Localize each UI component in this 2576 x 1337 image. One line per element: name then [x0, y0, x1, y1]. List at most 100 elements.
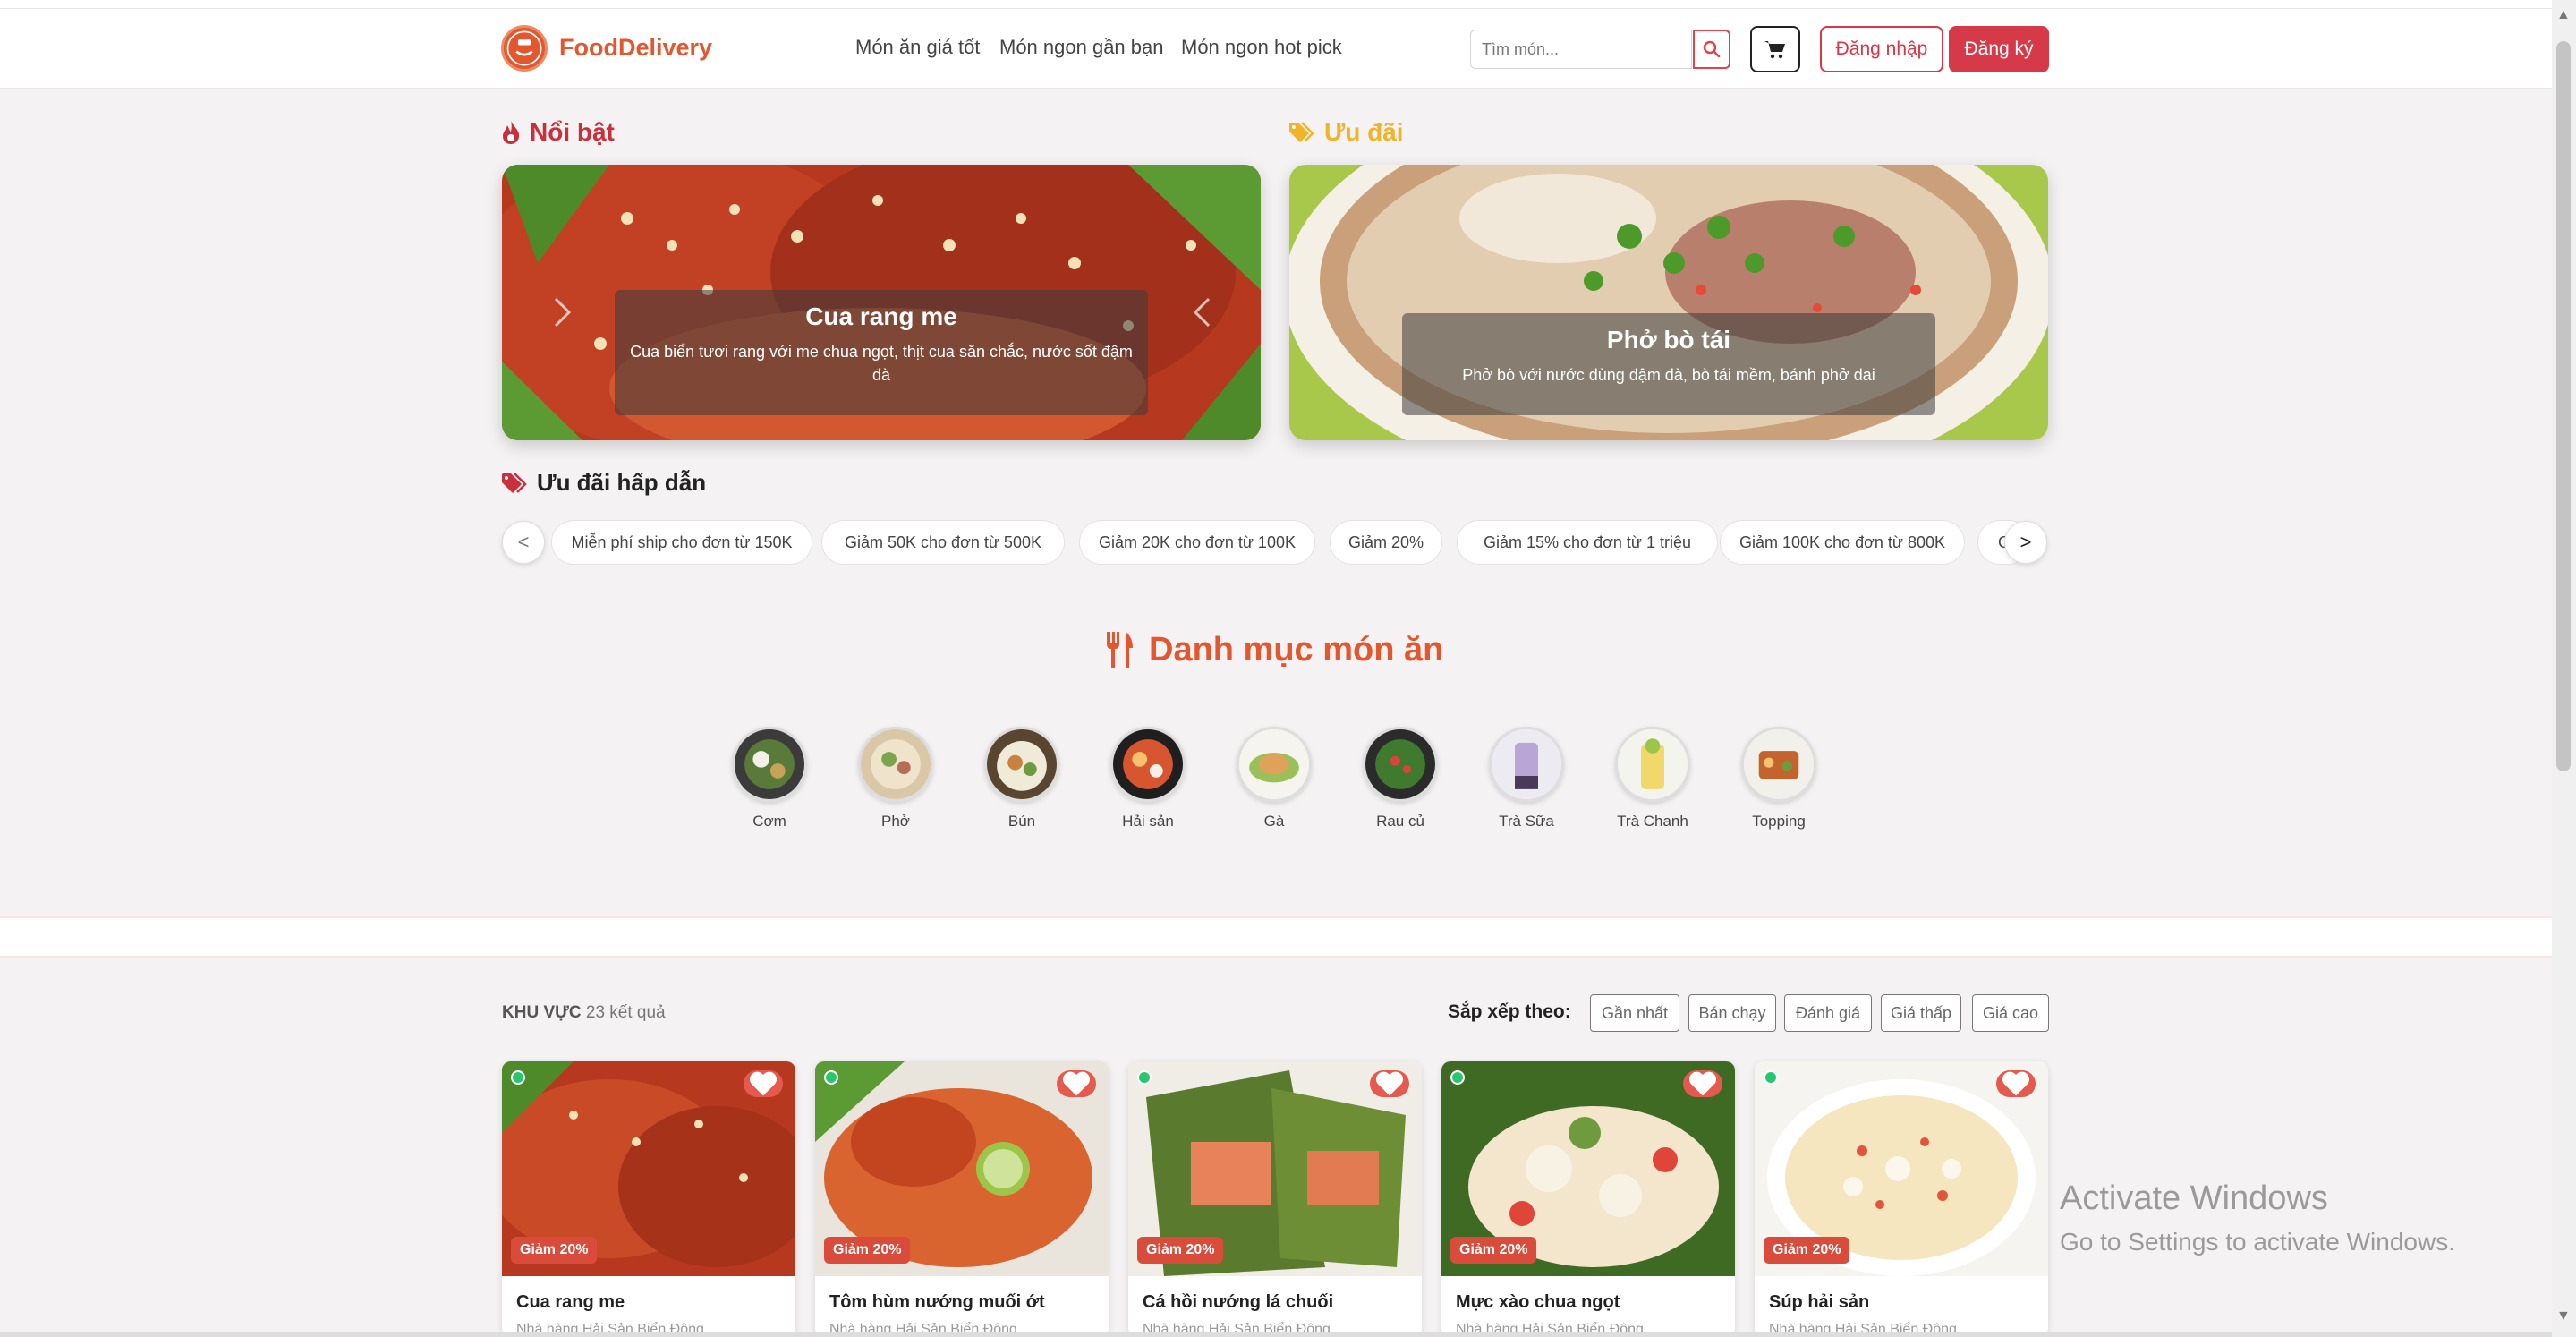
promo-chip[interactable]: Giảm 100K cho đơn từ 800K: [1720, 520, 1965, 565]
sort-rating-button[interactable]: Đánh giá: [1784, 994, 1872, 1032]
category-item-hai-san[interactable]: Hải sản: [1085, 727, 1211, 830]
scroll-up-arrow-icon[interactable]: ▲: [2556, 7, 2571, 23]
category-image: [858, 727, 933, 802]
discount-badge: Giảm 20%: [1137, 1237, 1224, 1264]
food-name[interactable]: Cá hồi nướng lá chuối: [1128, 1276, 1422, 1313]
cart-button[interactable]: [1750, 26, 1800, 72]
discount-badge: Giảm 20%: [1764, 1237, 1850, 1264]
brand-logo[interactable]: [501, 25, 548, 72]
brand-name[interactable]: FoodDelivery: [559, 34, 712, 62]
heart-icon: [1376, 1071, 1403, 1096]
heart-icon: [2002, 1071, 2029, 1096]
sort-bestseller-button[interactable]: Bán chạy: [1688, 994, 1776, 1032]
food-image: Giảm 20%: [502, 1061, 795, 1276]
discount-badge: Giảm 20%: [511, 1237, 598, 1264]
favorite-button[interactable]: [1057, 1070, 1096, 1097]
offer-section-title: Ưu đãi: [1288, 118, 1404, 147]
favorite-button[interactable]: [1370, 1070, 1409, 1097]
category-image: [1110, 727, 1186, 802]
category-label: Gà: [1263, 813, 1285, 830]
sort-nearest-button[interactable]: Gần nhất: [1590, 994, 1679, 1032]
window-top-strip: [0, 0, 2552, 9]
offer-slide-title: Phở bò tái: [1606, 326, 1731, 353]
sort-price-low-button[interactable]: Giá thấp: [1881, 994, 1961, 1032]
sort-price-high-button[interactable]: Giá cao: [1972, 994, 2049, 1032]
fire-icon: [503, 121, 520, 144]
featured-carousel[interactable]: Cua rang me Cua biển tươi rang với me ch…: [502, 165, 1261, 440]
promos-prev-button[interactable]: <: [502, 521, 545, 564]
promo-chip[interactable]: Giảm 15% cho đơn từ 1 triệu: [1457, 520, 1718, 565]
food-name[interactable]: Mực xào chua ngọt: [1441, 1276, 1735, 1313]
offer-caption: Phở bò tái Phở bò với nước dùng đậm đà, …: [1402, 313, 1935, 415]
promo-chip[interactable]: Giảm 20K cho đơn từ 100K: [1079, 520, 1315, 565]
category-item-com[interactable]: Cơm: [707, 727, 832, 830]
category-label: Phở: [881, 813, 910, 830]
food-card[interactable]: Giảm 20% Cá hồi nướng lá chuối Nhà hàng …: [1128, 1061, 1422, 1337]
open-status-indicator: [1764, 1070, 1778, 1085]
search-button[interactable]: [1693, 30, 1730, 69]
utensils-icon: [1107, 632, 1133, 668]
open-status-indicator: [824, 1070, 838, 1085]
open-status-indicator: [1450, 1070, 1465, 1085]
promos-next-button[interactable]: >: [2004, 521, 2047, 564]
category-item-tra-chanh[interactable]: Trà Chanh: [1590, 727, 1715, 830]
sort-label: Sắp xếp theo:: [1448, 1001, 1571, 1022]
tags-icon: [1289, 122, 1314, 142]
food-name[interactable]: Tôm hùm nướng muối ớt: [815, 1276, 1109, 1313]
windows-activation-title: Activate Windows: [2060, 1179, 2328, 1217]
open-status-indicator: [1137, 1070, 1152, 1085]
nav-link-hot-pick[interactable]: Món ngon hot pick: [1181, 36, 1342, 59]
food-name[interactable]: Súp hải sản: [1755, 1276, 2048, 1313]
login-button[interactable]: Đăng nhập: [1820, 26, 1943, 72]
promo-chip[interactable]: Giảm 20%: [1330, 520, 1442, 565]
food-card[interactable]: Giảm 20% Mực xào chua ngọt Nhà hàng Hải …: [1441, 1061, 1735, 1337]
discount-badge: Giảm 20%: [824, 1237, 911, 1264]
scrollbar-thumb[interactable]: [2556, 41, 2571, 771]
promo-chip[interactable]: Giảm 50K cho đơn từ 500K: [821, 520, 1065, 565]
food-card[interactable]: Giảm 20% Tôm hùm nướng muối ớt Nhà hàng …: [815, 1061, 1109, 1337]
category-image: [1237, 727, 1312, 802]
nav-link-nearby[interactable]: Món ngon gần bạn: [999, 36, 1164, 59]
category-image: [732, 727, 807, 802]
divider-band: [0, 916, 2552, 958]
signup-button[interactable]: Đăng ký: [1949, 26, 2049, 72]
favorite-button[interactable]: [1683, 1070, 1722, 1097]
category-item-tra-sua[interactable]: Trà Sữa: [1464, 727, 1589, 830]
category-label: Trà Sữa: [1499, 813, 1554, 830]
heart-icon: [1689, 1071, 1716, 1096]
favorite-button[interactable]: [744, 1070, 783, 1097]
favorite-button[interactable]: [1996, 1070, 2036, 1097]
featured-section-title: Nổi bật: [501, 118, 615, 147]
cart-icon: [1764, 41, 1785, 59]
promo-chip[interactable]: Miễn phí ship cho đơn từ 150K: [551, 520, 812, 565]
food-name[interactable]: Cua rang me: [502, 1276, 795, 1313]
food-card[interactable]: Giảm 20% Súp hải sản Nhà hàng Hải Sản Bi…: [1755, 1061, 2048, 1337]
offer-title-text: Ưu đãi: [1324, 118, 1404, 146]
food-image: Giảm 20%: [815, 1061, 1109, 1276]
category-label: Topping: [1752, 813, 1806, 830]
search-input[interactable]: [1470, 30, 1692, 69]
category-image: [1741, 727, 1816, 802]
region-label: KHU VỰC: [502, 1003, 582, 1022]
windows-activation-subtitle: Go to Settings to activate Windows.: [2060, 1228, 2455, 1256]
promos-section-title: Ưu đãi hấp dẫn: [501, 469, 706, 497]
categories-title-text: Danh mục món ăn: [1149, 630, 1444, 668]
food-card[interactable]: Giảm 20% Cua rang me Nhà hàng Hải Sản Bi…: [502, 1061, 795, 1337]
nav-link-best-price[interactable]: Món ăn giá tốt: [855, 36, 980, 59]
category-item-ga[interactable]: Gà: [1211, 727, 1337, 830]
categories-section-title: Danh mục món ăn: [1104, 630, 1443, 669]
scroll-down-arrow-icon[interactable]: ▼: [2556, 1308, 2571, 1324]
category-image: [1363, 727, 1438, 802]
heart-icon: [750, 1071, 777, 1096]
category-label: Hải sản: [1122, 813, 1174, 830]
heart-icon: [1063, 1071, 1090, 1096]
promos-title-text: Ưu đãi hấp dẫn: [537, 469, 707, 496]
category-item-topping[interactable]: Topping: [1716, 727, 1841, 830]
results-summary: KHU VỰC 23 kết quả: [502, 1003, 666, 1023]
category-item-pho[interactable]: Phở: [833, 727, 958, 830]
offer-carousel[interactable]: Phở bò tái Phở bò với nước dùng đậm đà, …: [1289, 165, 2048, 440]
category-item-bun[interactable]: Bún: [959, 727, 1084, 830]
category-item-rau-cu[interactable]: Rau củ: [1338, 727, 1463, 830]
featured-title-text: Nổi bật: [530, 118, 615, 146]
featured-slide-title: Cua rang me: [805, 302, 957, 330]
